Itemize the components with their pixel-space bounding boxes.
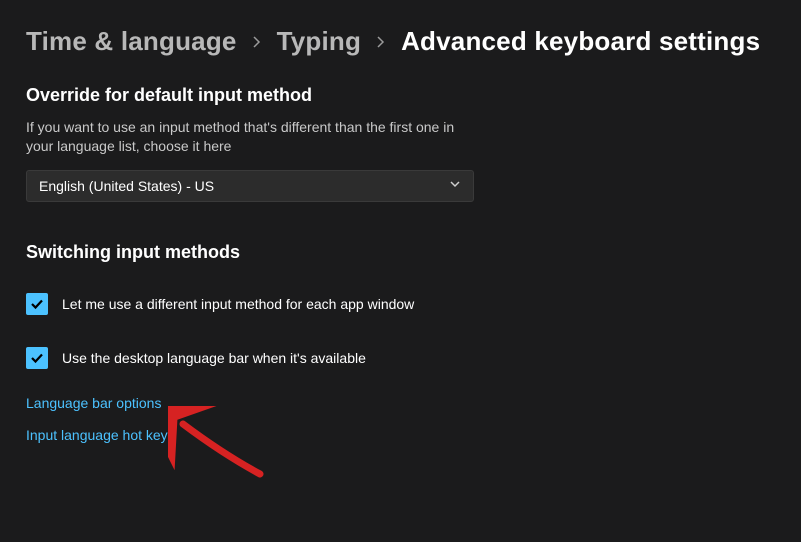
checkbox-row-langbar: Use the desktop language bar when it's a… bbox=[26, 347, 775, 369]
chevron-down-icon bbox=[449, 178, 461, 193]
check-icon bbox=[29, 296, 45, 312]
override-section-title: Override for default input method bbox=[26, 85, 775, 106]
checkbox-langbar-label: Use the desktop language bar when it's a… bbox=[62, 350, 366, 366]
breadcrumb-time-language[interactable]: Time & language bbox=[26, 26, 237, 57]
input-method-select[interactable]: English (United States) - US bbox=[26, 170, 474, 202]
checkbox-per-app-label: Let me use a different input method for … bbox=[62, 296, 414, 312]
check-icon bbox=[29, 350, 45, 366]
checkbox-per-app[interactable] bbox=[26, 293, 48, 315]
breadcrumb-current: Advanced keyboard settings bbox=[401, 26, 760, 57]
chevron-right-icon bbox=[375, 32, 387, 52]
switching-section-title: Switching input methods bbox=[26, 242, 775, 263]
input-method-value: English (United States) - US bbox=[39, 178, 214, 194]
checkbox-row-per-app: Let me use a different input method for … bbox=[26, 293, 775, 315]
breadcrumb-typing[interactable]: Typing bbox=[277, 26, 361, 57]
override-description: If you want to use an input method that'… bbox=[26, 118, 476, 156]
language-bar-options-link[interactable]: Language bar options bbox=[26, 395, 161, 411]
input-language-hotkeys-link[interactable]: Input language hot keys bbox=[26, 427, 175, 443]
chevron-right-icon bbox=[251, 32, 263, 52]
checkbox-langbar[interactable] bbox=[26, 347, 48, 369]
breadcrumb: Time & language Typing Advanced keyboard… bbox=[26, 26, 775, 57]
